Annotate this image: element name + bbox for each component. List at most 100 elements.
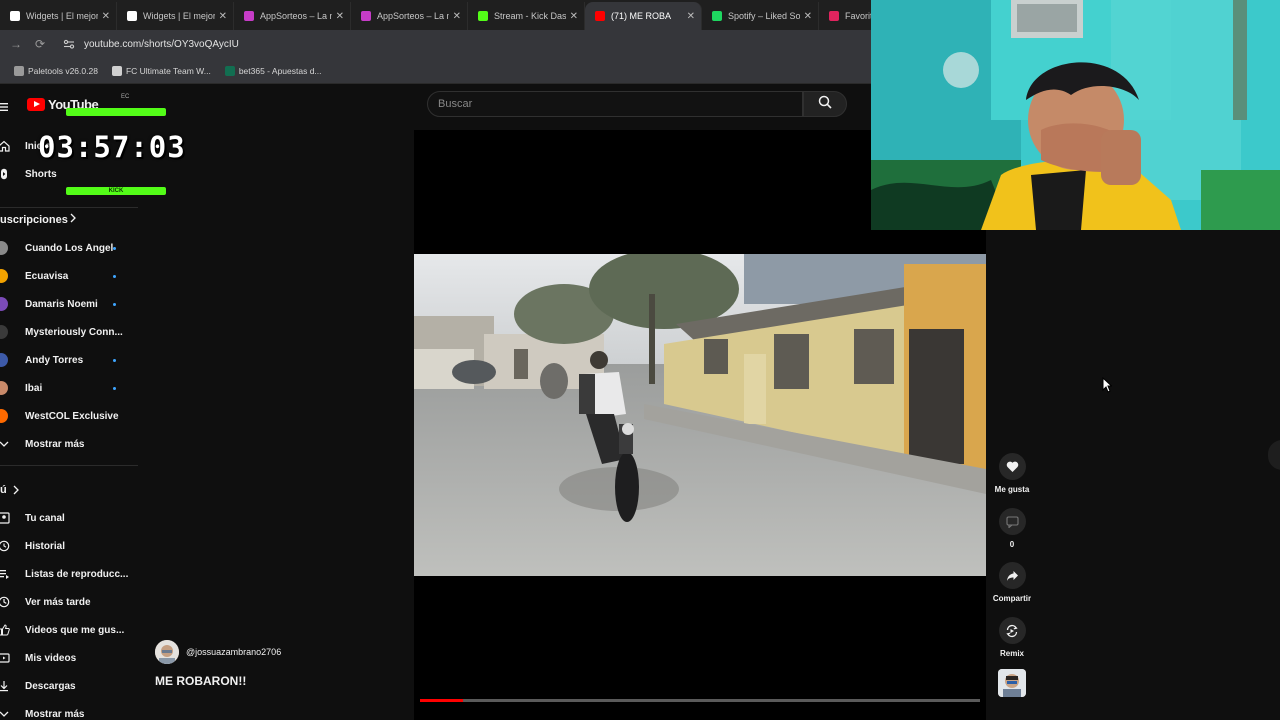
channel-avatar	[0, 325, 8, 339]
divider	[0, 465, 138, 466]
tab-close-icon[interactable]: ✕	[336, 11, 344, 22]
subscription-item[interactable]: Andy Torres	[0, 349, 140, 371]
like-button[interactable]: Me gusta	[992, 453, 1032, 494]
browser-tab[interactable]: Widgets | El mejor ✕	[0, 2, 117, 30]
site-info-icon[interactable]	[62, 37, 76, 51]
subscription-label: Ecuavisa	[25, 270, 69, 282]
tab-favicon-icon	[127, 11, 137, 21]
sidebar-item-channel[interactable]: Tu canal	[0, 507, 140, 529]
sidebar-item-my-videos[interactable]: Mis videos	[0, 647, 140, 669]
timer-badge: KICK	[66, 187, 166, 195]
channel-avatar-button[interactable]	[992, 669, 1032, 697]
bookmark-item[interactable]: FC Ultimate Team W...	[111, 65, 211, 76]
tab-title: Favoritos	[845, 11, 872, 21]
subscriptions-header[interactable]: uscripciones	[0, 209, 140, 231]
reload-icon[interactable]: ⟳	[28, 37, 52, 51]
tab-favicon-icon	[478, 11, 488, 21]
menu-icon[interactable]	[0, 99, 8, 117]
browser-tab[interactable]: Widgets | El mejor ✕	[117, 2, 234, 30]
show-more-subscriptions[interactable]: Mostrar más	[0, 433, 140, 455]
like-label: Me gusta	[994, 485, 1030, 494]
sidebar-item-downloads[interactable]: Descargas	[0, 675, 140, 697]
search-input[interactable]: Buscar	[427, 91, 803, 117]
subscription-label: WestCOL Exclusive	[25, 410, 119, 422]
tab-close-icon[interactable]: ✕	[687, 11, 695, 22]
tab-title: Widgets | El mejor	[143, 11, 215, 21]
tab-favicon-icon	[244, 11, 254, 21]
divider	[0, 207, 138, 208]
comments-button[interactable]: 0	[992, 508, 1032, 549]
subscription-label: Ibai	[25, 382, 43, 394]
tab-title: Widgets | El mejor	[26, 11, 98, 21]
tab-close-icon[interactable]: ✕	[219, 11, 227, 22]
next-short-edge-button[interactable]	[1268, 440, 1280, 470]
channel-avatar	[0, 409, 8, 423]
you-header[interactable]: ú	[0, 479, 140, 501]
url-field[interactable]: youtube.com/shorts/OY3voQAycIU	[84, 39, 239, 50]
short-title: ME ROBARON!!	[155, 674, 247, 688]
sidebar-item-label: Descargas	[25, 680, 76, 692]
avatar[interactable]	[155, 640, 179, 664]
subscription-item[interactable]: Cuando Los Ángeles...	[0, 237, 140, 259]
search-button[interactable]	[803, 91, 847, 117]
bookmark-favicon-icon	[224, 65, 235, 76]
browser-tab[interactable]: Stream - Kick Das ✕	[468, 2, 585, 30]
browser-tab[interactable]: Favoritos	[819, 2, 872, 30]
subscription-item[interactable]: Ecuavisa	[0, 265, 140, 287]
tab-close-icon[interactable]: ✕	[570, 11, 578, 22]
browser-tab[interactable]: AppSorteos – La m ✕	[351, 2, 468, 30]
sidebar-item-playlists[interactable]: Listas de reproducc...	[0, 563, 140, 585]
sidebar-item-watch-later[interactable]: Ver más tarde	[0, 591, 140, 613]
tab-close-icon[interactable]: ✕	[804, 11, 812, 22]
bookmark-item[interactable]: Paletools v26.0.28	[14, 65, 98, 76]
channel-avatar	[0, 353, 8, 367]
video-frame[interactable]	[414, 254, 986, 576]
shorts-icon	[0, 166, 12, 182]
channel-handle[interactable]: @jossuazambrano2706	[186, 647, 281, 657]
like-icon	[998, 453, 1026, 480]
tab-title: Stream - Kick Das	[494, 11, 566, 21]
video-progress-bar[interactable]	[420, 699, 980, 702]
browser-tab-strip: Widgets | El mejor ✕ Widgets | El mejor ✕ Ap…	[0, 0, 872, 30]
bookmark-label: Paletools v26.0.28	[28, 65, 98, 76]
sidebar-item-label: Listas de reproducc...	[25, 568, 129, 580]
sidebar-item-label: Videos que me gus...	[25, 624, 125, 636]
tab-close-icon[interactable]: ✕	[102, 11, 110, 22]
search-placeholder: Buscar	[438, 98, 473, 110]
tab-favicon-icon	[829, 11, 839, 21]
tab-title: AppSorteos – La m	[260, 11, 332, 21]
sidebar-item-label: Mostrar más	[25, 708, 85, 720]
country-code: EC	[121, 94, 130, 100]
webcam-overlay	[871, 0, 1280, 230]
address-bar: → ⟳ youtube.com/shorts/OY3voQAycIU	[0, 30, 872, 58]
street-scene-image	[414, 254, 986, 576]
share-button[interactable]: Compartir	[992, 562, 1032, 603]
watch-later-icon	[0, 594, 12, 610]
remix-button[interactable]: Remix	[992, 617, 1032, 658]
tab-close-icon[interactable]: ✕	[453, 11, 461, 22]
subscription-item[interactable]: Ibai	[0, 377, 140, 399]
subscription-item[interactable]: WestCOL Exclusive	[0, 405, 140, 427]
subscription-label: Andy Torres	[25, 354, 84, 366]
search-icon	[818, 95, 832, 114]
browser-tab[interactable]: AppSorteos – La m ✕	[234, 2, 351, 30]
forward-icon[interactable]: →	[4, 37, 28, 51]
chevron-right-icon	[70, 213, 76, 226]
video-progress-fill	[420, 699, 464, 702]
bookmark-favicon-icon	[14, 65, 24, 76]
remix-icon	[998, 617, 1026, 644]
show-more-you[interactable]: Mostrar más	[0, 703, 140, 720]
chevron-down-icon	[0, 436, 12, 452]
sidebar-item-liked[interactable]: Videos que me gus...	[0, 619, 140, 641]
channel-avatar	[0, 269, 8, 283]
subscription-item[interactable]: Damaris Noemi	[0, 293, 140, 315]
my-videos-icon	[0, 650, 12, 666]
bookmark-item[interactable]: bet365 - Apuestas d...	[224, 65, 322, 76]
browser-tab[interactable]: Spotify – Liked So ✕	[702, 2, 819, 30]
sidebar-item-history[interactable]: Historial	[0, 535, 140, 557]
timer-digits: 03:57:03	[38, 130, 186, 164]
browser-tab[interactable]: (71) ME ROBA ✕	[585, 2, 702, 30]
mouse-cursor	[1102, 376, 1113, 398]
subscription-item[interactable]: Mysteriously Conn...	[0, 321, 140, 343]
channel-icon	[0, 510, 12, 526]
